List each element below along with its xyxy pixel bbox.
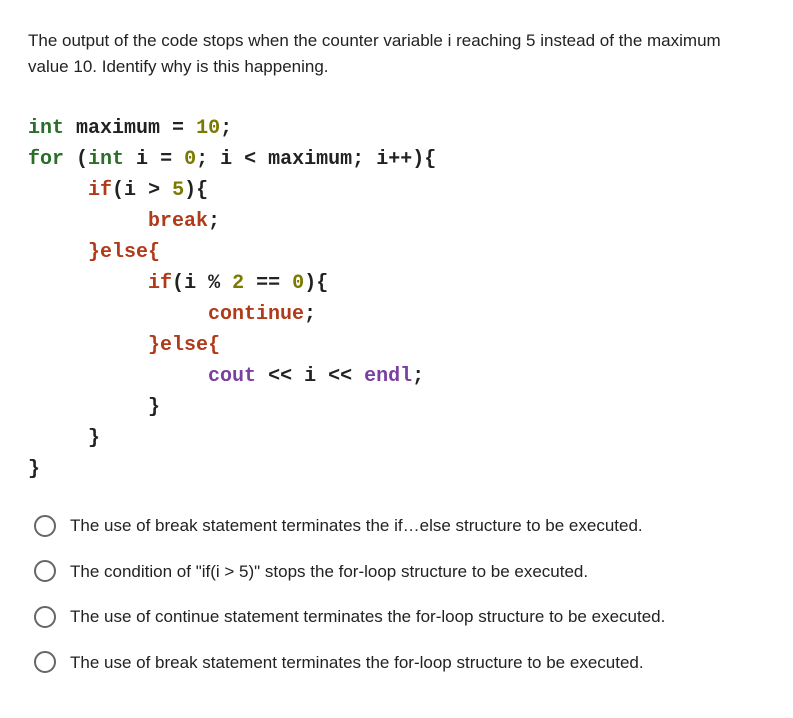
- brace: {: [196, 179, 208, 202]
- operator: ;: [196, 148, 208, 171]
- indent: [28, 427, 88, 450]
- keyword-else: else: [100, 241, 148, 264]
- radio-icon: [34, 560, 56, 582]
- indent: [28, 241, 88, 264]
- identifier: i: [304, 365, 316, 388]
- number: 0: [184, 148, 196, 171]
- radio-icon: [34, 651, 56, 673]
- operator: >: [148, 179, 160, 202]
- keyword-if: if: [148, 272, 172, 295]
- indent: [28, 396, 148, 419]
- paren: ): [304, 272, 316, 295]
- radio-icon: [34, 515, 56, 537]
- option-text: The use of break statement terminates th…: [70, 513, 643, 539]
- operator: <: [244, 148, 256, 171]
- space: [292, 365, 304, 388]
- answer-options: The use of break statement terminates th…: [34, 513, 765, 675]
- brace: {: [148, 241, 160, 264]
- operator: ==: [256, 272, 280, 295]
- option-d[interactable]: The use of break statement terminates th…: [34, 650, 765, 676]
- indent: [28, 179, 88, 202]
- identifier: i: [208, 148, 244, 171]
- paren: (: [112, 179, 124, 202]
- space: [244, 272, 256, 295]
- space: [352, 365, 364, 388]
- number: 5: [172, 179, 184, 202]
- option-text: The use of continue statement terminates…: [70, 604, 665, 630]
- operator: ;: [208, 210, 220, 233]
- indent: [28, 334, 148, 357]
- paren: ): [184, 179, 196, 202]
- indent: [28, 272, 148, 295]
- identifier: i: [124, 148, 160, 171]
- brace: }: [148, 396, 160, 419]
- keyword-continue: continue: [208, 303, 304, 326]
- operator: %: [208, 272, 220, 295]
- paren: (: [172, 272, 184, 295]
- keyword-if: if: [88, 179, 112, 202]
- option-text: The use of break statement terminates th…: [70, 650, 644, 676]
- number: 0: [292, 272, 304, 295]
- brace: }: [88, 427, 100, 450]
- operator: ;: [412, 365, 424, 388]
- operator: ;: [352, 148, 364, 171]
- brace: {: [424, 148, 436, 171]
- space: [184, 117, 196, 140]
- operator: <<: [328, 365, 352, 388]
- keyword-else: else: [160, 334, 208, 357]
- brace: }: [148, 334, 160, 357]
- space: [316, 365, 328, 388]
- number: 10: [196, 117, 220, 140]
- operator: ;: [220, 117, 232, 140]
- indent: [28, 365, 208, 388]
- operator: =: [172, 117, 184, 140]
- number: 2: [232, 272, 244, 295]
- keyword-int: int: [88, 148, 124, 171]
- identifier: i: [124, 179, 148, 202]
- keyword-endl: endl: [364, 365, 412, 388]
- indent: [28, 210, 148, 233]
- keyword-int: int: [28, 117, 64, 140]
- question-prompt: The output of the code stops when the co…: [28, 28, 765, 79]
- identifier: i: [184, 272, 208, 295]
- brace: {: [316, 272, 328, 295]
- space: [220, 272, 232, 295]
- space: [280, 272, 292, 295]
- paren: ): [412, 148, 424, 171]
- indent: [28, 303, 208, 326]
- operator: <<: [268, 365, 292, 388]
- brace: {: [208, 334, 220, 357]
- brace: }: [28, 458, 40, 481]
- identifier: i: [364, 148, 388, 171]
- operator: ++: [388, 148, 412, 171]
- identifier: maximum: [64, 117, 172, 140]
- option-b[interactable]: The condition of "if(i > 5)" stops the f…: [34, 559, 765, 585]
- keyword-cout: cout: [208, 365, 256, 388]
- operator: =: [160, 148, 172, 171]
- keyword-for: for: [28, 148, 64, 171]
- option-c[interactable]: The use of continue statement terminates…: [34, 604, 765, 630]
- option-text: The condition of "if(i > 5)" stops the f…: [70, 559, 588, 585]
- code-block: int maximum = 10; for (int i = 0; i < ma…: [28, 113, 765, 485]
- radio-icon: [34, 606, 56, 628]
- operator: ;: [304, 303, 316, 326]
- option-a[interactable]: The use of break statement terminates th…: [34, 513, 765, 539]
- space: [172, 148, 184, 171]
- space: [256, 365, 268, 388]
- paren: (: [64, 148, 88, 171]
- identifier: maximum: [256, 148, 352, 171]
- space: [160, 179, 172, 202]
- brace: }: [88, 241, 100, 264]
- keyword-break: break: [148, 210, 208, 233]
